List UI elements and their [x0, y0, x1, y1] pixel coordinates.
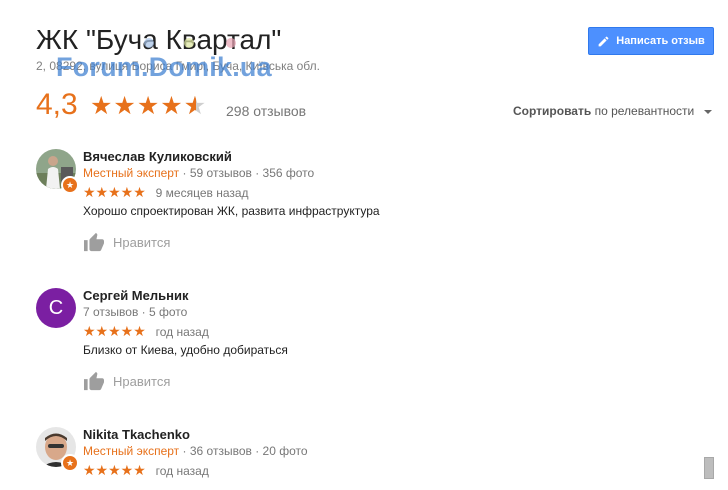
review-time: год назад — [155, 325, 209, 339]
reviewer-meta: Местный эксперт · 36 отзывов · 20 фото — [83, 444, 308, 458]
write-review-button[interactable]: Написать отзыв — [588, 27, 714, 55]
star-icon: ★ — [136, 92, 160, 120]
sort-dropdown[interactable]: Сортировать по релевантности — [513, 104, 712, 118]
thumbs-up-icon — [84, 232, 104, 252]
review-item: ★ Nikita Tkachenko Местный эксперт · 36 … — [36, 427, 696, 487]
half-star-icon: ★ ★ — [183, 92, 207, 120]
review-text: Хорошо спроектирован ЖК, развита инфраст… — [83, 204, 380, 218]
review-stars: ★★★★★ — [83, 462, 146, 478]
reviewer-meta: Местный эксперт · 59 отзывов · 356 фото — [83, 166, 314, 180]
avatar-letter: С — [36, 288, 76, 328]
local-guide-badge-icon: ★ — [61, 176, 79, 194]
review-rating: ★★★★★ 9 месяцев назад — [83, 184, 249, 201]
pencil-icon — [598, 36, 609, 46]
review-text: Близко от Киева, удобно добираться — [83, 343, 288, 357]
reviewer-name[interactable]: Вячеслав Куликовский — [83, 149, 232, 164]
reviewer-name[interactable]: Nikita Tkachenko — [83, 427, 190, 442]
watermark-dot — [184, 38, 194, 48]
review-time: год назад — [155, 464, 209, 478]
like-button[interactable]: Нравится — [83, 231, 170, 253]
reviewer-name[interactable]: Сергей Мельник — [83, 288, 188, 303]
like-label: Нравится — [113, 234, 171, 250]
like-label: Нравится — [113, 373, 171, 389]
review-item: С Сергей Мельник 7 отзывов · 5 фото ★★★★… — [36, 288, 696, 398]
reviewer-avatar[interactable]: ★ — [36, 149, 79, 194]
review-rating: ★★★★★ год назад — [83, 462, 209, 479]
watermark: Forum.Domik.ua — [56, 38, 272, 83]
thumbs-up-icon — [84, 371, 104, 391]
meta-separator: · — [182, 166, 190, 180]
review-rating: ★★★★★ год назад — [83, 323, 209, 340]
caret-down-icon — [703, 109, 712, 114]
star-icon: ★ — [113, 92, 136, 120]
average-rating: 4,3 — [36, 88, 78, 121]
write-review-label: Написать отзыв — [616, 35, 705, 47]
review-time: 9 месяцев назад — [155, 186, 249, 200]
watermark-dot — [226, 38, 236, 48]
watermark-dot — [144, 38, 154, 48]
star-icon: ★ — [90, 92, 113, 120]
review-count[interactable]: 298 отзывов — [226, 103, 306, 119]
review-stars: ★★★★★ — [83, 323, 146, 339]
review-stars: ★★★★★ — [83, 184, 146, 200]
review-item: ★ Вячеслав Куликовский Местный эксперт ·… — [36, 149, 696, 259]
watermark-text: Forum.Domik.ua — [56, 52, 272, 82]
like-button[interactable]: Нравится — [83, 370, 170, 392]
local-guide-label: Местный эксперт — [83, 444, 180, 458]
sort-value: по релевантности — [594, 104, 695, 118]
meta-separator: · — [182, 444, 190, 458]
reviewer-avatar[interactable]: С — [36, 288, 76, 328]
local-guide-badge-icon: ★ — [61, 454, 79, 472]
sort-label: Сортировать — [513, 104, 592, 118]
scrollbar-thumb[interactable] — [704, 457, 714, 479]
reviewer-meta: 7 отзывов · 5 фото — [83, 305, 187, 319]
reviewer-stats: 7 отзывов · 5 фото — [83, 305, 188, 319]
reviewer-avatar[interactable]: ★ — [36, 427, 79, 472]
average-rating-stars: ★ ★ ★ ★ ★ ★ — [90, 92, 206, 120]
reviewer-stats: 59 отзывов · 356 фото — [189, 166, 315, 180]
star-icon: ★ — [160, 92, 183, 120]
reviewer-stats: 36 отзывов · 20 фото — [189, 444, 308, 458]
local-guide-label: Местный эксперт — [83, 166, 180, 180]
